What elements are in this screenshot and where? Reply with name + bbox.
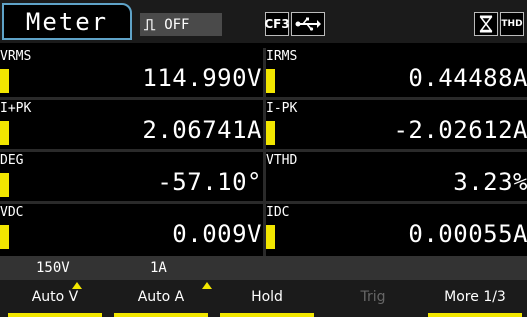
softkey-more[interactable]: More 1/3 [424,280,526,317]
measurement-label: I+PK [0,101,32,116]
header-bar: Meter ⎍ OFF CF3 THD [0,0,527,43]
up-arrow-icon [202,282,212,289]
measurement-value: -2.02612A [393,116,527,144]
softkey-label: Auto A [137,289,185,305]
measurement-vrms[interactable]: VRMS 114.990V [0,48,262,97]
measurement-value: 0.44488A [408,64,527,92]
measurement-i-minus-peak[interactable]: I-PK -2.02612A [266,100,527,149]
hold-status-text: OFF [164,16,190,33]
measurement-label: VDC [0,205,24,220]
tab-meter[interactable]: Meter [2,3,132,40]
level-indicator [266,121,275,145]
softkey-indicator [428,313,522,317]
level-indicator [0,69,9,93]
softkey-trig[interactable]: Trig [322,280,424,317]
usb-symbol-icon [295,17,321,31]
measurement-label: IDC [266,205,290,220]
measurement-vthd[interactable]: VTHD 3.23% [266,152,527,201]
measurement-idc[interactable]: IDC 0.00055A [266,204,527,253]
level-indicator [0,225,9,249]
softkey-indicator [8,313,102,317]
current-range: 1A [150,260,167,276]
measurement-label: DEG [0,153,24,168]
softkey-label: Hold [251,289,283,305]
cf-card-icon: CF3 [264,12,290,36]
measurement-value: 0.009V [172,220,262,248]
softkey-auto-v[interactable]: Auto V [4,280,106,317]
hold-indicator: ⎍ OFF [140,13,222,36]
hourglass-symbol-icon [479,15,493,33]
range-status-bar: 150V 1A [0,256,527,280]
measurement-label: VTHD [266,153,298,168]
measurement-i-plus-peak[interactable]: I+PK 2.06741A [0,100,262,149]
level-indicator [266,225,275,249]
softkey-hold[interactable]: Hold [216,280,318,317]
level-indicator [0,121,9,145]
softkey-bar: Auto V Auto A Hold Trig More 1/3 [0,280,527,317]
measurement-value: 3.23% [453,168,527,196]
up-arrow-icon [72,282,82,289]
measurement-label: IRMS [266,49,298,64]
usb-icon [291,12,325,36]
measurement-deg[interactable]: DEG -57.10° [0,152,262,201]
hold-icon: ⎍ [144,14,156,34]
measurement-label: VRMS [0,49,32,64]
level-indicator [0,173,9,197]
measurement-value: 2.06741A [142,116,262,144]
measurement-value: 114.990V [142,64,262,92]
measurement-value: -57.10° [157,168,262,196]
measurement-value: 0.00055A [408,220,527,248]
measurement-grid: VRMS 114.990V IRMS 0.44488A I+PK 2.06741… [0,48,527,256]
level-indicator [266,69,275,93]
softkey-label: Auto V [31,289,79,305]
hourglass-icon [474,12,498,36]
measurement-irms[interactable]: IRMS 0.44488A [266,48,527,97]
softkey-label: More 1/3 [444,289,506,305]
cf-icon-text: CF3 [264,17,290,31]
softkey-label: Trig [360,289,386,305]
thd-icon: THD [500,12,524,36]
voltage-range: 150V [36,260,70,276]
softkey-indicator [220,313,314,317]
measurement-label: I-PK [266,101,298,116]
measurement-vdc[interactable]: VDC 0.009V [0,204,262,253]
thd-icon-text: THD [501,19,523,29]
softkey-auto-a[interactable]: Auto A [110,280,212,317]
softkey-indicator [114,313,208,317]
